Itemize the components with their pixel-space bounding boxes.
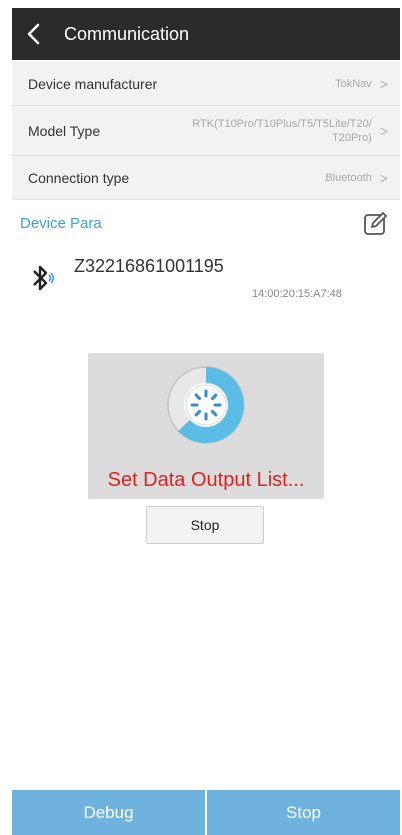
device-manufacturer-value: TokNav [335, 77, 372, 90]
debug-button[interactable]: Debug [12, 790, 205, 835]
connection-type-label: Connection type [28, 169, 130, 186]
model-type-value-line1: RTK(T10Pro/T10Plus/T5/T5Lite/T20/ [192, 117, 372, 130]
page-title: Communication [64, 23, 190, 44]
device-name: Z32216861001195 [74, 256, 224, 276]
stop-button[interactable]: Stop [207, 790, 400, 835]
device-manufacturer-row[interactable]: Device manufacturer TokNav > [12, 62, 400, 106]
chevron-right-icon: > [379, 122, 388, 139]
bluetooth-icon [33, 265, 55, 291]
progress-dialog: Set Data Output List... [88, 353, 324, 499]
edit-icon[interactable] [362, 211, 388, 237]
chevron-right-icon: > [379, 169, 388, 186]
model-type-value: RTK(T10Pro/T10Plus/T5/T5Lite/T20/ T20Pro… [192, 117, 372, 145]
connection-type-value: Bluetooth [325, 171, 372, 184]
device-item[interactable]: Z32216861001195 14:00:20:15:A7:48 [30, 252, 390, 312]
app-header: Communication [12, 8, 400, 60]
back-button[interactable] [12, 8, 56, 60]
progress-message: Set Data Output List... [107, 469, 305, 491]
device-mac: 14:00:20:15:A7:48 [252, 288, 342, 300]
bottom-action-bar: Debug Stop [12, 790, 400, 835]
device-para-title: Device Para [20, 215, 102, 232]
model-type-value-line2: T20Pro) [332, 131, 372, 144]
loading-spinner-icon [167, 366, 245, 444]
chevron-left-icon [27, 23, 40, 45]
progress-stop-button[interactable]: Stop [146, 506, 264, 544]
model-type-label: Model Type [28, 122, 101, 139]
device-manufacturer-label: Device manufacturer [28, 75, 158, 92]
model-type-row[interactable]: Model Type RTK(T10Pro/T10Plus/T5/T5Lite/… [12, 106, 400, 156]
chevron-right-icon: > [379, 75, 388, 92]
connection-type-row[interactable]: Connection type Bluetooth > [12, 156, 400, 200]
